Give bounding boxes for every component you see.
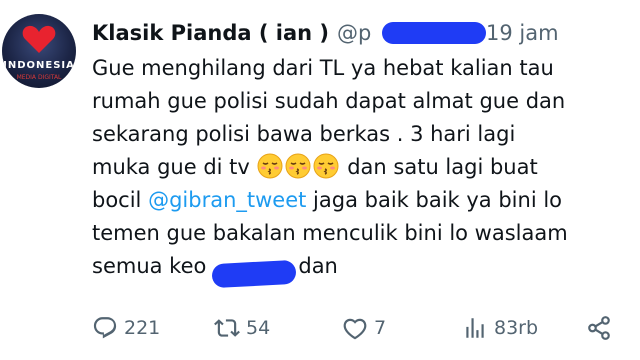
tweet-actions: 221 54 7 83rb [92, 310, 632, 346]
tweet-line-segment: muka gue di tv [92, 155, 250, 179]
tweet-line: muka gue di tv dan satu lagi buat [92, 151, 632, 184]
heart-icon [22, 25, 56, 53]
kissing-closed-eyes-emoji-icon [313, 153, 339, 179]
share-icon [588, 316, 610, 340]
tweet-timestamp[interactable]: 19 jam [486, 16, 559, 50]
retweet-button[interactable]: 54 [214, 310, 270, 346]
kissing-closed-eyes-emoji-icon [257, 153, 283, 179]
views-count: 83rb [494, 317, 539, 339]
views-button[interactable]: 83rb [462, 310, 538, 346]
tweet-line-segment: semua keo [92, 254, 207, 278]
tweet-line-segment: dan [298, 254, 338, 278]
tweet-line-segment: bocil [92, 188, 149, 212]
tweet-header: Klasik Pianda ( ian ) @p [92, 16, 371, 50]
tweet-line-segment: dan satu lagi buat [347, 155, 538, 179]
handle-redaction [382, 22, 486, 44]
tweet-line-segment: jaga baik baik ya bini lo [306, 188, 563, 212]
avatar-sublabel: MEDIA DIGITAL [16, 74, 62, 81]
like-count: 7 [374, 317, 387, 339]
share-button[interactable] [586, 310, 618, 346]
tweet-line: temen gue bakalan menculik bini lo wasla… [92, 221, 568, 245]
avatar-label: INDONESIA [3, 60, 75, 71]
reply-button[interactable]: 221 [92, 310, 160, 346]
reply-icon [93, 317, 117, 339]
text-redaction [211, 259, 297, 289]
views-icon [466, 318, 484, 338]
reply-count: 221 [124, 317, 161, 339]
tweet-line: sekarang polisi bawa berkas . 3 hari lag… [92, 122, 516, 146]
retweet-icon [214, 319, 240, 337]
tweet-line: Gue menghilang dari TL ya hebat kalian t… [92, 56, 554, 80]
like-icon [343, 318, 367, 340]
tweet-card[interactable]: INDONESIA MEDIA DIGITAL Klasik Pianda ( … [0, 0, 640, 360]
tweet-line: bocil @gibran_tweet jaga baik baik ya bi… [92, 184, 632, 217]
retweet-count: 54 [246, 317, 271, 339]
like-button[interactable]: 7 [342, 310, 386, 346]
display-name[interactable]: Klasik Pianda ( ian ) [92, 21, 329, 45]
tweet-line: rumah gue polisi sudah dapat almat gue d… [92, 89, 566, 113]
mention-link[interactable]: @gibran_tweet [148, 188, 306, 212]
kissing-closed-eyes-emoji-icon [285, 153, 311, 179]
user-handle[interactable]: @p [337, 21, 371, 45]
tweet-line: semua keo dan [92, 250, 632, 283]
tweet-text: Gue menghilang dari TL ya hebat kalian t… [92, 52, 632, 283]
avatar[interactable]: INDONESIA MEDIA DIGITAL [2, 14, 76, 88]
